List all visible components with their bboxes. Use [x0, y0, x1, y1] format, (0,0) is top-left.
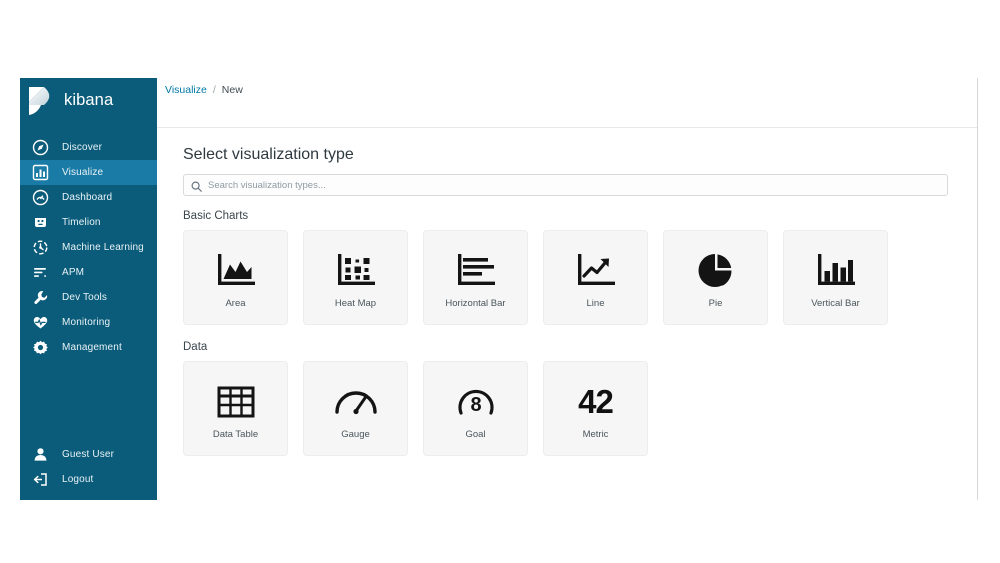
- sidebar-item-label: Visualize: [62, 167, 104, 178]
- kibana-logo-icon: [27, 86, 55, 116]
- sidebar-item-dashboard[interactable]: Dashboard: [20, 185, 157, 210]
- dashboard-icon: [32, 189, 49, 206]
- kibana-app-window: kibana Discover Visualize Dashboard Time…: [20, 78, 978, 500]
- sidebar-item-monitoring[interactable]: Monitoring: [20, 310, 157, 335]
- viz-card-label: Horizontal Bar: [445, 297, 506, 309]
- brand-header[interactable]: kibana: [20, 78, 157, 123]
- brand-name: kibana: [64, 91, 114, 109]
- viz-card-line[interactable]: Line: [543, 230, 648, 325]
- viz-card-label: Metric: [582, 428, 609, 440]
- area-chart-icon: [214, 247, 258, 295]
- main-content: Visualize / New Select visualization typ…: [157, 78, 978, 500]
- line-chart-icon: [574, 247, 618, 295]
- viz-card-label: Gauge: [341, 428, 370, 440]
- sidebar-item-label: Machine Learning: [62, 242, 144, 253]
- viz-card-pie[interactable]: Pie: [663, 230, 768, 325]
- search-input[interactable]: [183, 174, 948, 196]
- gears-icon: [32, 239, 49, 256]
- sidebar-item-discover[interactable]: Discover: [20, 135, 157, 160]
- viz-card-label: Vertical Bar: [811, 297, 860, 309]
- sidebar-item-label: Dashboard: [62, 192, 113, 203]
- viz-card-metric[interactable]: 42 Metric: [543, 361, 648, 456]
- sidebar-item-machine-learning[interactable]: Machine Learning: [20, 235, 157, 260]
- sidebar-bottom: Guest User Logout: [20, 442, 157, 500]
- visualization-type-panel: Select visualization type Basic Charts: [157, 128, 977, 456]
- sidebar: kibana Discover Visualize Dashboard Time…: [20, 78, 157, 500]
- viz-card-label: Area: [225, 297, 246, 309]
- gear-icon: [32, 339, 49, 356]
- metric-value: 42: [578, 383, 614, 421]
- logout-icon: [32, 471, 49, 488]
- viz-card-goal[interactable]: 8 Goal: [423, 361, 528, 456]
- viz-card-label: Heat Map: [334, 297, 377, 309]
- page-title: Select visualization type: [183, 146, 354, 163]
- sidebar-item-label: Management: [62, 342, 122, 353]
- viz-card-label: Line: [586, 297, 605, 309]
- timelion-icon: [32, 214, 49, 231]
- data-card-row: Data Table Gauge 8 Goal 42 Metric: [183, 361, 955, 456]
- apm-icon: [32, 264, 49, 281]
- gauge-icon: [333, 378, 379, 426]
- svg-text:8: 8: [470, 394, 481, 416]
- basic-charts-card-row: Area Heat Map Horizontal Bar Line Pie Ve…: [183, 230, 955, 325]
- vertical-bar-icon: [814, 247, 858, 295]
- sidebar-item-timelion[interactable]: Timelion: [20, 210, 157, 235]
- search-container: [183, 174, 948, 196]
- sidebar-item-label: APM: [62, 267, 85, 278]
- sidebar-item-label: Dev Tools: [62, 292, 108, 303]
- breadcrumb-bar: Visualize / New: [157, 78, 977, 128]
- viz-card-horizontal-bar[interactable]: Horizontal Bar: [423, 230, 528, 325]
- sidebar-item-management[interactable]: Management: [20, 335, 157, 360]
- sidebar-item-logout[interactable]: Logout: [20, 467, 157, 492]
- viz-card-label: Data Table: [212, 428, 259, 440]
- viz-card-label: Pie: [708, 297, 723, 309]
- viz-card-data-table[interactable]: Data Table: [183, 361, 288, 456]
- sidebar-item-visualize[interactable]: Visualize: [20, 160, 157, 185]
- heartbeat-icon: [32, 314, 49, 331]
- viz-card-area[interactable]: Area: [183, 230, 288, 325]
- goal-icon: 8: [453, 378, 499, 426]
- viz-card-gauge[interactable]: Gauge: [303, 361, 408, 456]
- sidebar-nav: Discover Visualize Dashboard Timelion Ma…: [20, 135, 157, 360]
- sidebar-item-dev-tools[interactable]: Dev Tools: [20, 285, 157, 310]
- breadcrumb-current: New: [221, 84, 243, 96]
- group-title-data: Data: [183, 341, 208, 353]
- compass-icon: [32, 139, 49, 156]
- sidebar-item-label: Logout: [62, 474, 94, 485]
- pie-chart-icon: [695, 247, 737, 295]
- wrench-icon: [32, 289, 49, 306]
- sidebar-item-guest-user[interactable]: Guest User: [20, 442, 157, 467]
- sidebar-item-label: Monitoring: [62, 317, 111, 328]
- breadcrumb-visualize[interactable]: Visualize: [165, 84, 207, 96]
- bar-chart-icon: [32, 164, 49, 181]
- heat-map-icon: [334, 247, 378, 295]
- sidebar-item-label: Guest User: [62, 449, 115, 460]
- sidebar-item-apm[interactable]: APM: [20, 260, 157, 285]
- group-title-basic-charts: Basic Charts: [183, 210, 249, 222]
- viz-card-label: Goal: [465, 428, 486, 440]
- user-icon: [32, 446, 49, 463]
- breadcrumb-separator: /: [212, 84, 216, 96]
- viz-card-heat-map[interactable]: Heat Map: [303, 230, 408, 325]
- viz-card-vertical-bar[interactable]: Vertical Bar: [783, 230, 888, 325]
- sidebar-item-label: Timelion: [62, 217, 101, 228]
- breadcrumb: Visualize / New: [165, 84, 243, 96]
- sidebar-item-label: Discover: [62, 142, 103, 153]
- horizontal-bar-icon: [454, 247, 498, 295]
- metric-icon: 42: [578, 378, 614, 426]
- data-table-icon: [215, 378, 257, 426]
